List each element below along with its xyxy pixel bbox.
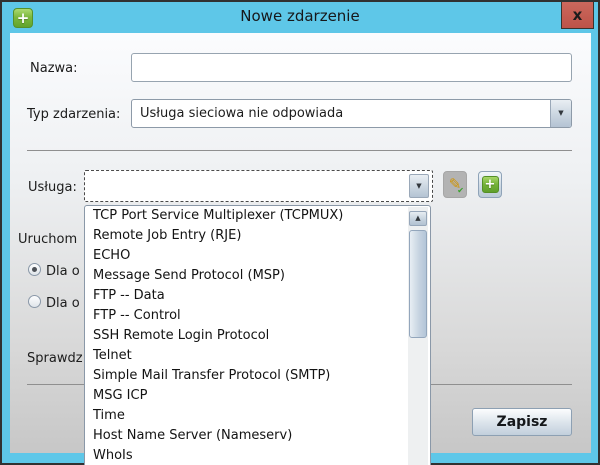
event-type-combobox[interactable]: Usługa sieciowa nie odpowiada ▼ — [131, 99, 572, 128]
scroll-up-button[interactable]: ▲ — [409, 211, 427, 226]
list-item[interactable]: Telnet — [85, 346, 430, 366]
list-item[interactable]: ECHO — [85, 246, 430, 266]
service-list: TCP Port Service Multiplexer (TCPMUX) Re… — [85, 206, 430, 465]
close-button[interactable]: x — [561, 2, 594, 29]
check-section-label: Sprawdz — [27, 351, 83, 366]
list-item[interactable]: Time — [85, 406, 430, 426]
event-type-value: Usługa sieciowa nie odpowiada — [140, 100, 343, 127]
service-combobox[interactable]: ▼ — [84, 170, 433, 202]
section-divider-top — [27, 150, 572, 151]
list-item[interactable]: MSG ICP — [85, 386, 430, 406]
radio-option-2[interactable] — [28, 295, 41, 308]
list-item[interactable]: Message Send Protocol (MSP) — [85, 266, 430, 286]
service-dropdown-list: TCP Port Service Multiplexer (TCPMUX) Re… — [84, 205, 431, 465]
dialog-title: Nowe zdarzenie — [0, 7, 600, 25]
edit-service-button[interactable]: ✎ ✔ — [443, 171, 467, 198]
list-item[interactable]: WhoIs — [85, 446, 430, 465]
check-icon: ✔ — [457, 187, 464, 195]
chevron-down-icon: ▼ — [416, 183, 421, 190]
service-dropdown-button[interactable]: ▼ — [409, 174, 429, 198]
list-item[interactable]: FTP -- Control — [85, 306, 430, 326]
list-item[interactable]: Simple Mail Transfer Protocol (SMTP) — [85, 366, 430, 386]
chevron-down-icon: ▼ — [558, 110, 563, 117]
scrollbar-thumb[interactable] — [409, 230, 427, 338]
add-service-button[interactable]: + — [478, 171, 502, 198]
run-section-label: Uruchom — [18, 232, 77, 247]
list-item[interactable]: TCP Port Service Multiplexer (TCPMUX) — [85, 206, 430, 226]
name-input[interactable] — [131, 53, 572, 82]
list-item[interactable]: SSH Remote Login Protocol — [85, 326, 430, 346]
plus-icon: + — [482, 176, 499, 193]
new-event-dialog: + Nowe zdarzenie x Nazwa: Typ zdarzenia:… — [0, 0, 600, 465]
list-item[interactable]: Host Name Server (Nameserv) — [85, 426, 430, 446]
list-scrollbar[interactable]: ▲ — [408, 207, 428, 465]
service-label: Usługa: — [28, 180, 77, 195]
name-label: Nazwa: — [30, 61, 78, 76]
scroll-up-icon: ▲ — [415, 215, 420, 222]
list-item[interactable]: FTP -- Data — [85, 286, 430, 306]
save-button[interactable]: Zapisz — [472, 408, 572, 436]
event-type-label: Typ zdarzenia: — [27, 107, 120, 122]
radio-option-1-label: Dla o — [46, 264, 80, 279]
event-type-dropdown-button[interactable]: ▼ — [550, 100, 571, 127]
radio-option-1[interactable] — [28, 263, 41, 276]
list-item[interactable]: Remote Job Entry (RJE) — [85, 226, 430, 246]
radio-option-2-label: Dla o — [46, 296, 80, 311]
